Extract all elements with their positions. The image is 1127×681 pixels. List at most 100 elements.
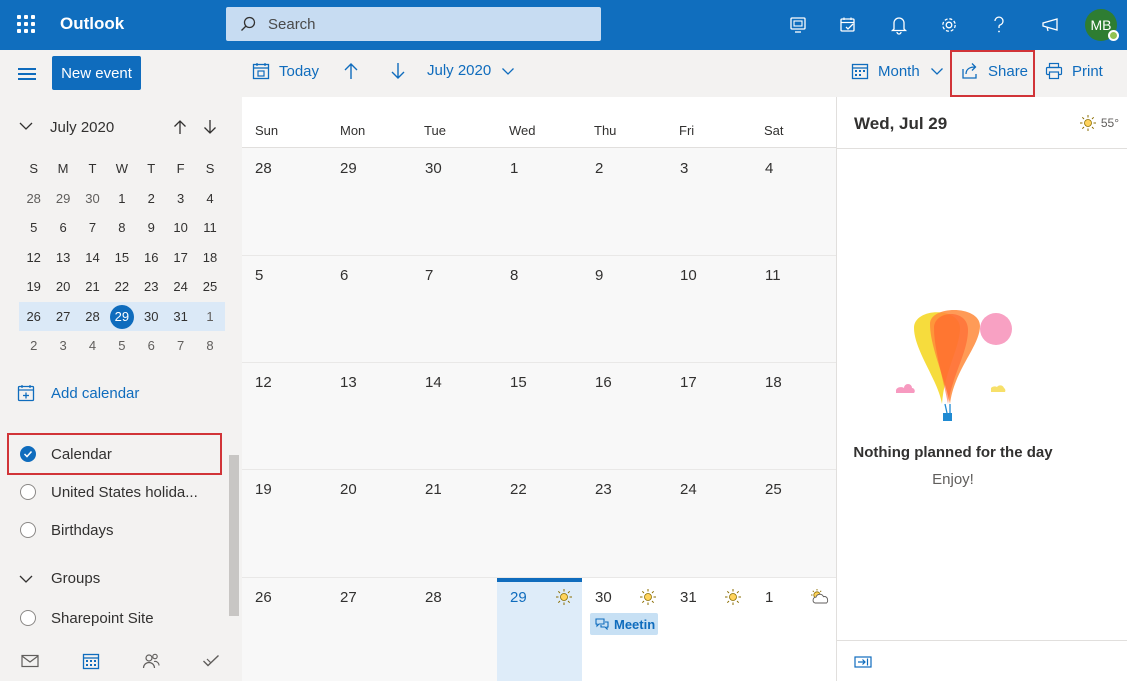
mini-calendar-month[interactable]: July 2020 bbox=[50, 119, 114, 136]
mini-day[interactable]: 2 bbox=[19, 331, 48, 361]
mini-day[interactable]: 7 bbox=[166, 331, 195, 361]
groups-section-toggle[interactable]: Groups bbox=[18, 570, 100, 587]
mini-day[interactable]: 4 bbox=[195, 184, 224, 214]
day-cell[interactable]: 9 bbox=[582, 256, 667, 362]
help-icon[interactable] bbox=[987, 13, 1011, 37]
chevron-down-icon[interactable] bbox=[18, 120, 34, 132]
calendar-icon[interactable] bbox=[78, 648, 104, 674]
mini-day[interactable]: 6 bbox=[137, 331, 166, 361]
mini-day[interactable]: 6 bbox=[48, 213, 77, 243]
mini-day[interactable]: 14 bbox=[78, 243, 107, 273]
mini-day[interactable]: 22 bbox=[107, 272, 136, 302]
mini-day[interactable]: 3 bbox=[48, 331, 77, 361]
todo-icon[interactable] bbox=[836, 13, 860, 37]
calendar-item-us-holidays[interactable]: United States holida... bbox=[20, 480, 198, 504]
group-item-sharepoint-site[interactable]: Sharepoint Site bbox=[20, 606, 154, 630]
today-button[interactable]: Today bbox=[252, 62, 319, 80]
day-cell[interactable]: 12 bbox=[242, 363, 327, 469]
sidebar-scrollbar[interactable] bbox=[229, 455, 239, 616]
day-cell[interactable]: 20 bbox=[327, 470, 412, 577]
arrow-up-icon[interactable] bbox=[173, 119, 187, 135]
calendar-item-calendar[interactable]: Calendar bbox=[20, 442, 112, 466]
people-icon[interactable] bbox=[138, 648, 164, 674]
day-cell[interactable]: 27 bbox=[327, 578, 412, 681]
day-cell[interactable]: 28 bbox=[412, 578, 497, 681]
app-launcher-icon[interactable] bbox=[17, 15, 35, 33]
month-picker-button[interactable]: July 2020 bbox=[427, 62, 515, 79]
mini-day[interactable]: 11 bbox=[195, 213, 224, 243]
mini-day[interactable]: 10 bbox=[166, 213, 195, 243]
hamburger-menu-icon[interactable] bbox=[18, 68, 36, 83]
day-cell[interactable]: 18 bbox=[752, 363, 836, 469]
day-cell[interactable]: 23 bbox=[582, 470, 667, 577]
mini-day[interactable]: 28 bbox=[19, 184, 48, 214]
day-cell[interactable]: 25 bbox=[752, 470, 836, 577]
mini-day[interactable]: 29 bbox=[48, 184, 77, 214]
mini-day[interactable]: 12 bbox=[19, 243, 48, 273]
day-cell[interactable]: 3 bbox=[667, 149, 752, 255]
day-cell[interactable]: 29 bbox=[327, 149, 412, 255]
mini-day[interactable]: 26 bbox=[19, 302, 48, 332]
mini-day[interactable]: 5 bbox=[19, 213, 48, 243]
mini-day[interactable]: 17 bbox=[166, 243, 195, 273]
day-cell[interactable]: 1 bbox=[752, 578, 836, 681]
mini-day[interactable]: 19 bbox=[19, 272, 48, 302]
search-input[interactable] bbox=[268, 15, 568, 33]
bell-icon[interactable] bbox=[887, 13, 911, 37]
day-cell[interactable]: 8 bbox=[497, 256, 582, 362]
mini-day-selected[interactable]: 29 bbox=[107, 302, 136, 332]
day-cell[interactable]: 26 bbox=[242, 578, 327, 681]
mini-day[interactable]: 27 bbox=[48, 302, 77, 332]
mini-day[interactable]: 8 bbox=[195, 331, 224, 361]
mini-day[interactable]: 4 bbox=[78, 331, 107, 361]
day-cell[interactable]: 1 bbox=[497, 149, 582, 255]
day-cell[interactable]: 10 bbox=[667, 256, 752, 362]
search-box[interactable] bbox=[226, 7, 601, 41]
mini-day[interactable]: 1 bbox=[107, 184, 136, 214]
mail-icon[interactable] bbox=[17, 648, 43, 674]
day-cell-today[interactable]: 29 bbox=[497, 578, 582, 681]
day-cell[interactable]: 6 bbox=[327, 256, 412, 362]
next-month-button[interactable] bbox=[390, 62, 406, 80]
mini-day[interactable]: 30 bbox=[78, 184, 107, 214]
view-switcher-button[interactable]: Month bbox=[851, 62, 944, 80]
arrow-down-icon[interactable] bbox=[203, 119, 217, 135]
event-chip[interactable]: Meetin bbox=[590, 613, 658, 635]
gear-icon[interactable] bbox=[937, 13, 961, 37]
day-cell[interactable]: 30 Meetin bbox=[582, 578, 667, 681]
day-cell[interactable]: 13 bbox=[327, 363, 412, 469]
mini-day[interactable]: 9 bbox=[137, 213, 166, 243]
mini-day[interactable]: 3 bbox=[166, 184, 195, 214]
day-cell[interactable]: 4 bbox=[752, 149, 836, 255]
add-calendar-link[interactable]: Add calendar bbox=[17, 384, 139, 402]
day-cell[interactable]: 11 bbox=[752, 256, 836, 362]
mini-day[interactable]: 16 bbox=[137, 243, 166, 273]
mini-day[interactable]: 30 bbox=[137, 302, 166, 332]
my-day-icon[interactable] bbox=[786, 13, 810, 37]
day-cell[interactable]: 7 bbox=[412, 256, 497, 362]
day-pane-weather[interactable]: 55° bbox=[1079, 114, 1119, 132]
mini-day[interactable]: 24 bbox=[166, 272, 195, 302]
day-cell[interactable]: 14 bbox=[412, 363, 497, 469]
previous-month-button[interactable] bbox=[343, 62, 359, 80]
day-cell[interactable]: 19 bbox=[242, 470, 327, 577]
mini-day[interactable]: 20 bbox=[48, 272, 77, 302]
mini-day[interactable]: 21 bbox=[78, 272, 107, 302]
mini-day[interactable]: 5 bbox=[107, 331, 136, 361]
mini-day[interactable]: 18 bbox=[195, 243, 224, 273]
print-button[interactable]: Print bbox=[1045, 62, 1103, 80]
day-cell[interactable]: 16 bbox=[582, 363, 667, 469]
day-cell[interactable]: 21 bbox=[412, 470, 497, 577]
mini-day[interactable]: 15 bbox=[107, 243, 136, 273]
day-cell[interactable]: 22 bbox=[497, 470, 582, 577]
day-cell[interactable]: 30 bbox=[412, 149, 497, 255]
mini-day[interactable]: 25 bbox=[195, 272, 224, 302]
expand-pane-icon[interactable] bbox=[854, 656, 872, 668]
mini-day[interactable]: 2 bbox=[137, 184, 166, 214]
mini-day[interactable]: 7 bbox=[78, 213, 107, 243]
new-event-button[interactable]: New event bbox=[52, 56, 141, 90]
day-cell[interactable]: 17 bbox=[667, 363, 752, 469]
day-cell[interactable]: 2 bbox=[582, 149, 667, 255]
mini-day[interactable]: 31 bbox=[166, 302, 195, 332]
day-cell[interactable]: 28 bbox=[242, 149, 327, 255]
